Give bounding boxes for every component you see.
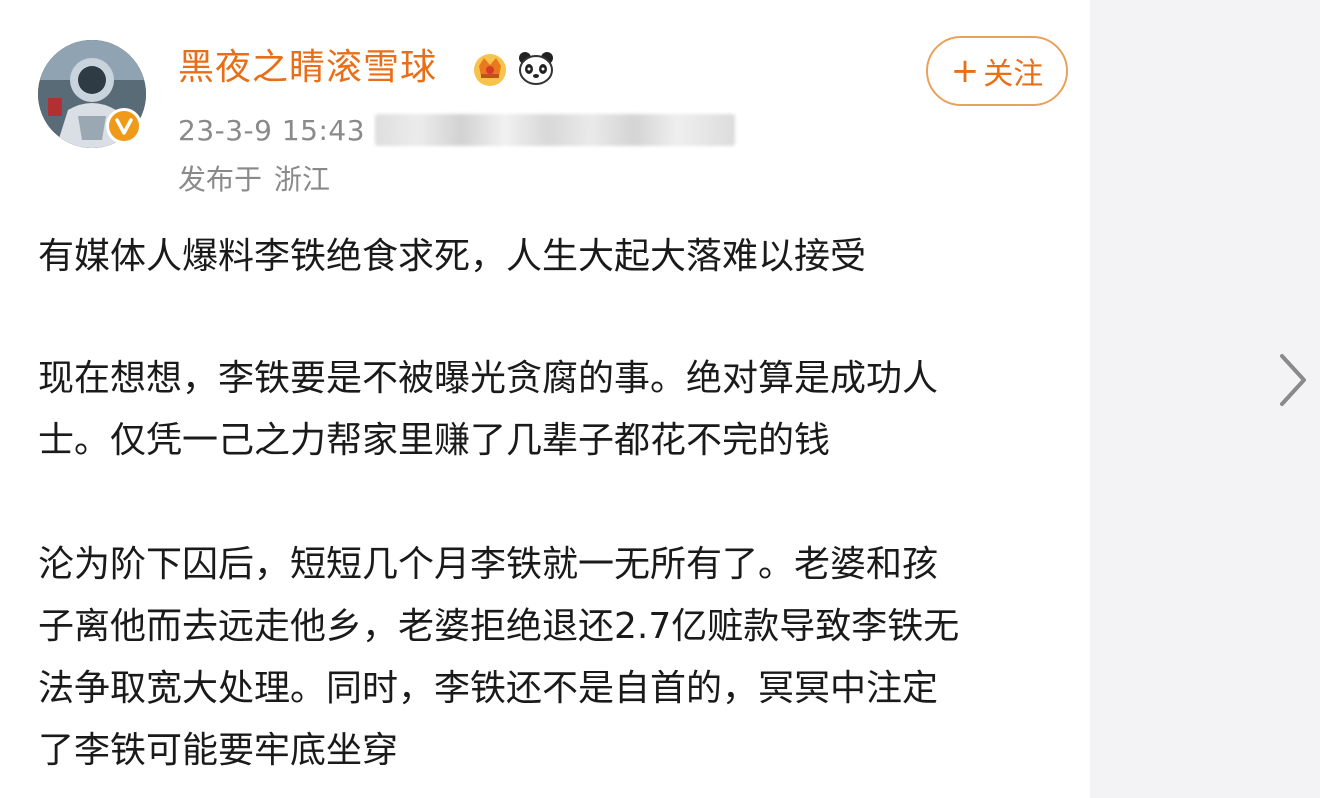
post-paragraph: 沦为阶下囚后，短短几个月李铁就一无所有了。老婆和孩 子离他而去远走他乡，老婆拒绝… (38, 534, 1078, 782)
text-line: 子离他而去远走他乡，老婆拒绝退还2.7亿赃款导致李铁无 (38, 606, 960, 647)
text-line: 了李铁可能要牢底坐穿 (38, 730, 399, 771)
verified-v-icon (106, 108, 142, 144)
text-line: 沦为阶下囚后，短短几个月李铁就一无所有了。老婆和孩 (38, 544, 939, 585)
text-line: 法争取宽大处理。同时，李铁还不是自首的，冥冥中注定 (38, 668, 939, 709)
plus-icon: + (950, 51, 980, 91)
follow-label: 关注 (983, 57, 1044, 92)
post-paragraph: 现在想想，李铁要是不被曝光贪腐的事。绝对算是成功人 士。仅凭一己之力帮家里赚了几… (38, 348, 1078, 472)
location-name: 浙江 (274, 163, 331, 196)
text-line: 有媒体人爆料李铁绝食求死，人生大起大落难以接受 (38, 236, 867, 277)
follow-button[interactable]: + 关注 (926, 36, 1068, 106)
chevron-right-icon[interactable] (1276, 350, 1310, 410)
post-timestamp: 23-3-9 15:43 (178, 113, 366, 147)
post-paragraph: 有媒体人爆料李铁绝食求死，人生大起大落难以接受 (38, 226, 1078, 288)
location-prefix: 发布于 (178, 163, 263, 196)
weibo-post-screenshot: 黑夜之睛滚雪球 23-3-9 15:43 发布于 浙江 + 关注 有媒体人爆料李… (0, 0, 1320, 798)
post-meta: 23-3-9 15:43 (178, 112, 736, 148)
text-line: 士。仅凭一己之力帮家里赚了几辈子都花不完的钱 (38, 420, 831, 461)
crown-badge-icon (470, 48, 510, 88)
redacted-source-text (375, 114, 736, 146)
author-name[interactable]: 黑夜之睛滚雪球 (178, 44, 437, 92)
post-location: 发布于 浙江 (178, 160, 330, 200)
text-line: 现在想想，李铁要是不被曝光贪腐的事。绝对算是成功人 (38, 358, 939, 399)
panda-badge-icon (516, 48, 556, 88)
